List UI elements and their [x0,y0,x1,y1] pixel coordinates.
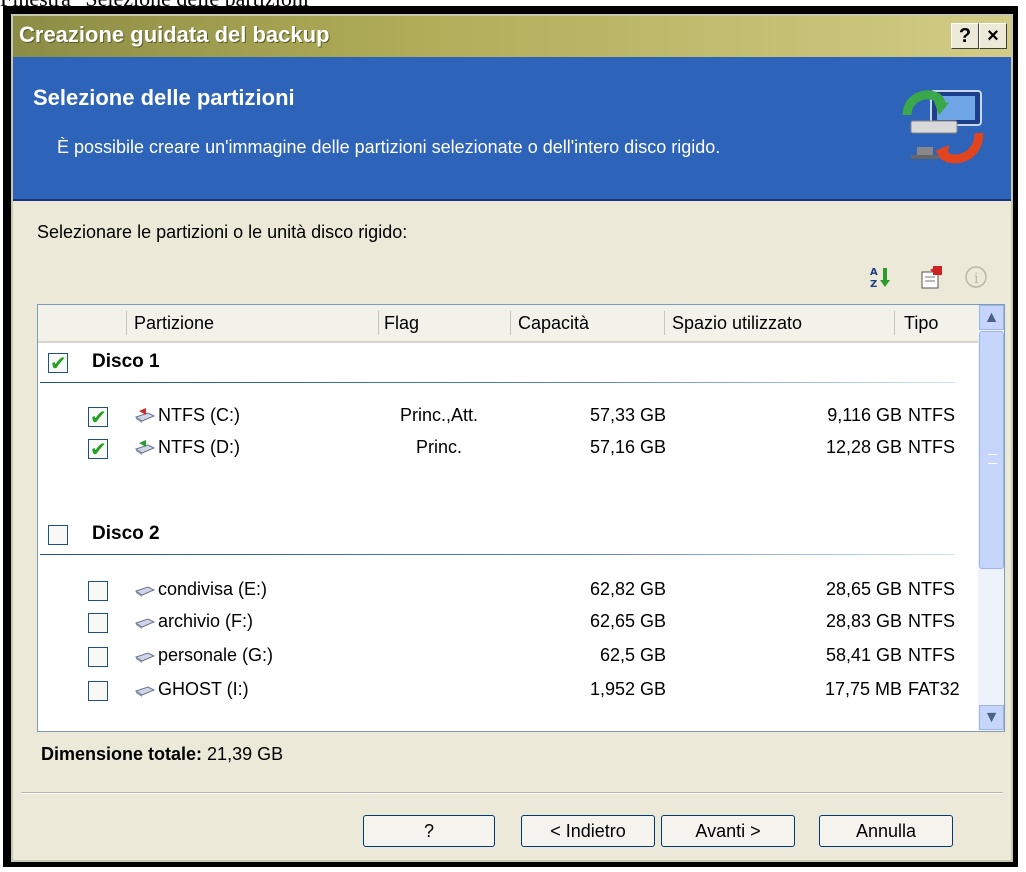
window-title: Creazione guidata del backup [19,22,330,47]
info-icon: i [965,266,987,288]
disk-checkbox-disco-1[interactable] [48,351,68,376]
scroll-thumb[interactable] [979,331,1004,569]
title-help-button[interactable]: ? [951,23,979,49]
disk-label: Disco 2 [92,523,160,544]
svg-text:A: A [870,267,878,278]
list-header: Partizione Flag Capacità Spazio utilizza… [38,305,978,343]
partition-capacity: 62,82 GB [589,579,666,599]
partition-capacity: 62,5 GB [599,645,666,665]
hard-disk-icon [134,618,156,629]
title-close-button[interactable]: × [979,23,1007,49]
partition-checkbox-i[interactable] [88,681,108,701]
partition-list: Partizione Flag Capacità Spazio utilizza… [37,304,1005,732]
scroll-grip [988,454,997,464]
hard-disk-icon [134,586,156,597]
hard-disk-icon [134,686,156,697]
partition-used-space: 9,116 GB [827,405,902,425]
footer-divider [21,792,1003,794]
total-size-value: 21,39 GB [207,744,284,764]
partition-flag: Princ. [416,437,463,457]
column-separator [378,311,379,335]
column-separator [126,311,127,335]
partition-used-space: 58,41 GB [825,645,902,665]
column-separator [894,311,895,335]
wizard-header: Selezione delle partizioni È possibile c… [13,57,1011,201]
partition-type: NTFS [908,645,955,665]
partition-type: NTFS [908,437,955,457]
disk-label: Disco 1 [92,351,160,372]
column-header-capacita[interactable]: Capacità [518,313,589,334]
partition-checkbox-c[interactable] [88,405,108,430]
partition-name: condivisa (E:) [158,579,268,599]
partition-capacity: 1,952 GB [589,679,666,699]
partition-capacity: 57,16 GB [589,437,666,457]
disk-checkbox-disco-2[interactable] [48,525,68,545]
scroll-down-button[interactable]: ▼ [979,705,1004,730]
cancel-button[interactable]: Annulla [819,815,953,847]
partition-checkbox-g[interactable] [88,647,108,667]
partition-name: NTFS (D:) [158,437,240,457]
properties-icon[interactable] [919,264,945,290]
partition-used-space: 12,28 GB [825,437,902,457]
hard-disk-system-icon [134,408,156,423]
sort-az-icon[interactable]: A Z [869,264,895,290]
column-separator [664,311,665,335]
partition-flag: Princ.,Att. [400,405,479,425]
hard-disk-icon [134,440,156,455]
backup-computer-icon [902,90,984,164]
column-header-tipo[interactable]: Tipo [904,313,938,334]
total-size-label: Dimensione totale: [41,744,203,764]
backup-wizard-window: Creazione guidata del backup ? × Selezio… [11,14,1013,862]
next-button[interactable]: Avanti > [661,815,795,847]
partition-used-space: 17,75 MB [824,679,902,699]
disk-group-divider [40,382,955,383]
column-separator [510,311,511,335]
partition-name: GHOST (I:) [158,679,249,699]
partition-used-space: 28,65 GB [825,579,902,599]
partition-used-space: 28,83 GB [825,611,902,631]
instruction-label: Selezionare le partizioni o le unità dis… [37,222,408,242]
partition-checkbox-d[interactable] [88,437,108,462]
partition-name: personale (G:) [158,645,274,665]
svg-text:i: i [974,271,979,287]
partition-type: NTFS [908,405,955,425]
header-subtitle: È possibile creare un'immagine delle par… [57,137,721,157]
vertical-scrollbar[interactable]: ▲ ▼ [978,305,1004,731]
partition-type: FAT32 [908,679,960,699]
back-button[interactable]: < Indietro [521,815,655,847]
partition-name: archivio (F:) [158,611,254,631]
column-header-flag[interactable]: Flag [384,313,419,334]
partition-checkbox-e[interactable] [88,581,108,601]
help-button[interactable]: ? [363,815,495,847]
partition-capacity: 57,33 GB [589,405,666,425]
partition-name: NTFS (C:) [158,405,240,425]
title-bar[interactable]: Creazione guidata del backup ? × [13,16,1011,57]
column-header-partizione[interactable]: Partizione [134,313,214,334]
scroll-up-button[interactable]: ▲ [979,305,1004,330]
total-size: Dimensione totale: 21,39 GB [41,744,283,765]
partition-checkbox-f[interactable] [88,613,108,633]
svg-text:Z: Z [870,279,877,290]
partition-type: NTFS [908,579,955,599]
hard-disk-icon [134,652,156,663]
column-header-spazio-utilizzato[interactable]: Spazio utilizzato [672,313,802,334]
partition-capacity: 62,65 GB [589,611,666,631]
disk-group-divider [40,554,955,555]
header-title: Selezione delle partizioni [33,85,295,110]
partition-type: NTFS [908,611,955,631]
